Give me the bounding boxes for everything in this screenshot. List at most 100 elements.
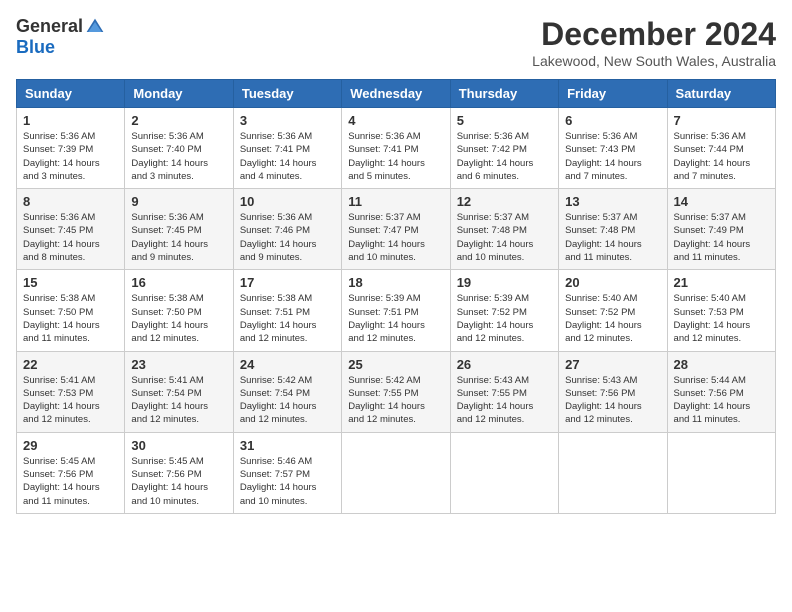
calendar-cell: 19Sunrise: 5:39 AM Sunset: 7:52 PM Dayli… bbox=[450, 270, 558, 351]
calendar-cell bbox=[559, 432, 667, 513]
logo-blue-text: Blue bbox=[16, 37, 55, 57]
month-title: December 2024 bbox=[532, 16, 776, 53]
day-number: 11 bbox=[348, 194, 443, 209]
day-info: Sunrise: 5:36 AM Sunset: 7:42 PM Dayligh… bbox=[457, 130, 552, 183]
day-number: 30 bbox=[131, 438, 226, 453]
day-info: Sunrise: 5:36 AM Sunset: 7:46 PM Dayligh… bbox=[240, 211, 335, 264]
day-info: Sunrise: 5:46 AM Sunset: 7:57 PM Dayligh… bbox=[240, 455, 335, 508]
day-info: Sunrise: 5:37 AM Sunset: 7:48 PM Dayligh… bbox=[565, 211, 660, 264]
day-info: Sunrise: 5:38 AM Sunset: 7:51 PM Dayligh… bbox=[240, 292, 335, 345]
day-number: 8 bbox=[23, 194, 118, 209]
calendar-week-row: 29 Sunrise: 5:45 AM Sunset: 7:56 PM Dayli… bbox=[17, 432, 776, 513]
calendar-header-row: SundayMondayTuesdayWednesdayThursdayFrid… bbox=[17, 80, 776, 108]
calendar-header-monday: Monday bbox=[125, 80, 233, 108]
calendar-header-saturday: Saturday bbox=[667, 80, 775, 108]
day-info: Sunrise: 5:39 AM Sunset: 7:51 PM Dayligh… bbox=[348, 292, 443, 345]
calendar-cell: 1Sunrise: 5:36 AM Sunset: 7:39 PM Daylig… bbox=[17, 108, 125, 189]
day-number: 23 bbox=[131, 357, 226, 372]
calendar-header-thursday: Thursday bbox=[450, 80, 558, 108]
calendar-header-wednesday: Wednesday bbox=[342, 80, 450, 108]
day-info: Sunrise: 5:42 AM Sunset: 7:55 PM Dayligh… bbox=[348, 374, 443, 427]
page-header: General Blue December 2024 Lakewood, New… bbox=[16, 16, 776, 69]
calendar-week-row: 1Sunrise: 5:36 AM Sunset: 7:39 PM Daylig… bbox=[17, 108, 776, 189]
calendar-cell: 13 Sunrise: 5:37 AM Sunset: 7:48 PM Dayli… bbox=[559, 189, 667, 270]
day-info: Sunrise: 5:36 AM Sunset: 7:41 PM Dayligh… bbox=[240, 130, 335, 183]
day-number: 27 bbox=[565, 357, 660, 372]
calendar-week-row: 8 Sunrise: 5:36 AM Sunset: 7:45 PM Daylig… bbox=[17, 189, 776, 270]
calendar-cell: 10 Sunrise: 5:36 AM Sunset: 7:46 PM Dayli… bbox=[233, 189, 341, 270]
day-info: Sunrise: 5:42 AM Sunset: 7:54 PM Dayligh… bbox=[240, 374, 335, 427]
day-info: Sunrise: 5:43 AM Sunset: 7:55 PM Dayligh… bbox=[457, 374, 552, 427]
day-info: Sunrise: 5:37 AM Sunset: 7:48 PM Dayligh… bbox=[457, 211, 552, 264]
calendar-cell: 4 Sunrise: 5:36 AM Sunset: 7:41 PM Daylig… bbox=[342, 108, 450, 189]
day-info: Sunrise: 5:43 AM Sunset: 7:56 PM Dayligh… bbox=[565, 374, 660, 427]
calendar-cell: 3 Sunrise: 5:36 AM Sunset: 7:41 PM Daylig… bbox=[233, 108, 341, 189]
day-number: 10 bbox=[240, 194, 335, 209]
calendar-cell: 27 Sunrise: 5:43 AM Sunset: 7:56 PM Dayli… bbox=[559, 351, 667, 432]
day-number: 15 bbox=[23, 275, 118, 290]
day-number: 7 bbox=[674, 113, 769, 128]
calendar-cell: 31Sunrise: 5:46 AM Sunset: 7:57 PM Dayli… bbox=[233, 432, 341, 513]
day-number: 17 bbox=[240, 275, 335, 290]
day-number: 6 bbox=[565, 113, 660, 128]
day-number: 3 bbox=[240, 113, 335, 128]
calendar-cell: 14 Sunrise: 5:37 AM Sunset: 7:49 PM Dayli… bbox=[667, 189, 775, 270]
calendar-cell: 8 Sunrise: 5:36 AM Sunset: 7:45 PM Daylig… bbox=[17, 189, 125, 270]
calendar-header-tuesday: Tuesday bbox=[233, 80, 341, 108]
day-number: 22 bbox=[23, 357, 118, 372]
calendar-week-row: 15 Sunrise: 5:38 AM Sunset: 7:50 PM Dayli… bbox=[17, 270, 776, 351]
calendar-cell: 15 Sunrise: 5:38 AM Sunset: 7:50 PM Dayli… bbox=[17, 270, 125, 351]
calendar-cell: 29Sunrise: 5:45 AM Sunset: 7:56 PM Dayli… bbox=[17, 432, 125, 513]
calendar-header-friday: Friday bbox=[559, 80, 667, 108]
location-title: Lakewood, New South Wales, Australia bbox=[532, 53, 776, 69]
calendar-cell: 26 Sunrise: 5:43 AM Sunset: 7:55 PM Dayli… bbox=[450, 351, 558, 432]
day-info: Sunrise: 5:40 AM Sunset: 7:52 PM Dayligh… bbox=[565, 292, 660, 345]
day-info: Sunrise: 5:36 AM Sunset: 7:43 PM Dayligh… bbox=[565, 130, 660, 183]
day-info: Sunrise: 5:45 AM Sunset: 7:56 PM Dayligh… bbox=[131, 455, 226, 508]
day-info: Sunrise: 5:36 AM Sunset: 7:44 PM Dayligh… bbox=[674, 130, 769, 183]
day-number: 13 bbox=[565, 194, 660, 209]
day-number: 26 bbox=[457, 357, 552, 372]
day-number: 4 bbox=[348, 113, 443, 128]
calendar-cell bbox=[450, 432, 558, 513]
day-info: Sunrise: 5:37 AM Sunset: 7:47 PM Dayligh… bbox=[348, 211, 443, 264]
day-number: 29 bbox=[23, 438, 118, 453]
calendar-cell: 7 Sunrise: 5:36 AM Sunset: 7:44 PM Daylig… bbox=[667, 108, 775, 189]
calendar-cell bbox=[342, 432, 450, 513]
calendar-cell: 22Sunrise: 5:41 AM Sunset: 7:53 PM Dayli… bbox=[17, 351, 125, 432]
day-number: 1 bbox=[23, 113, 118, 128]
calendar-cell: 20Sunrise: 5:40 AM Sunset: 7:52 PM Dayli… bbox=[559, 270, 667, 351]
calendar-cell: 21Sunrise: 5:40 AM Sunset: 7:53 PM Dayli… bbox=[667, 270, 775, 351]
day-info: Sunrise: 5:36 AM Sunset: 7:40 PM Dayligh… bbox=[131, 130, 226, 183]
logo: General Blue bbox=[16, 16, 105, 58]
calendar-cell: 23Sunrise: 5:41 AM Sunset: 7:54 PM Dayli… bbox=[125, 351, 233, 432]
calendar-cell: 30 Sunrise: 5:45 AM Sunset: 7:56 PM Dayli… bbox=[125, 432, 233, 513]
calendar-header-sunday: Sunday bbox=[17, 80, 125, 108]
calendar-week-row: 22Sunrise: 5:41 AM Sunset: 7:53 PM Dayli… bbox=[17, 351, 776, 432]
calendar-table: SundayMondayTuesdayWednesdayThursdayFrid… bbox=[16, 79, 776, 514]
calendar-cell: 24 Sunrise: 5:42 AM Sunset: 7:54 PM Dayli… bbox=[233, 351, 341, 432]
day-number: 12 bbox=[457, 194, 552, 209]
day-info: Sunrise: 5:36 AM Sunset: 7:45 PM Dayligh… bbox=[131, 211, 226, 264]
day-number: 14 bbox=[674, 194, 769, 209]
calendar-cell: 9Sunrise: 5:36 AM Sunset: 7:45 PM Daylig… bbox=[125, 189, 233, 270]
logo-general-text: General bbox=[16, 16, 83, 37]
calendar-cell: 18 Sunrise: 5:39 AM Sunset: 7:51 PM Dayli… bbox=[342, 270, 450, 351]
day-number: 24 bbox=[240, 357, 335, 372]
day-number: 21 bbox=[674, 275, 769, 290]
day-info: Sunrise: 5:38 AM Sunset: 7:50 PM Dayligh… bbox=[23, 292, 118, 345]
day-number: 28 bbox=[674, 357, 769, 372]
day-number: 18 bbox=[348, 275, 443, 290]
title-section: December 2024 Lakewood, New South Wales,… bbox=[532, 16, 776, 69]
day-number: 5 bbox=[457, 113, 552, 128]
calendar-cell: 11 Sunrise: 5:37 AM Sunset: 7:47 PM Dayli… bbox=[342, 189, 450, 270]
day-info: Sunrise: 5:36 AM Sunset: 7:45 PM Dayligh… bbox=[23, 211, 118, 264]
day-info: Sunrise: 5:38 AM Sunset: 7:50 PM Dayligh… bbox=[131, 292, 226, 345]
day-info: Sunrise: 5:44 AM Sunset: 7:56 PM Dayligh… bbox=[674, 374, 769, 427]
calendar-cell: 17 Sunrise: 5:38 AM Sunset: 7:51 PM Dayli… bbox=[233, 270, 341, 351]
day-info: Sunrise: 5:36 AM Sunset: 7:41 PM Dayligh… bbox=[348, 130, 443, 183]
calendar-cell: 16 Sunrise: 5:38 AM Sunset: 7:50 PM Dayli… bbox=[125, 270, 233, 351]
logo-icon bbox=[85, 17, 105, 37]
day-number: 16 bbox=[131, 275, 226, 290]
day-info: Sunrise: 5:37 AM Sunset: 7:49 PM Dayligh… bbox=[674, 211, 769, 264]
